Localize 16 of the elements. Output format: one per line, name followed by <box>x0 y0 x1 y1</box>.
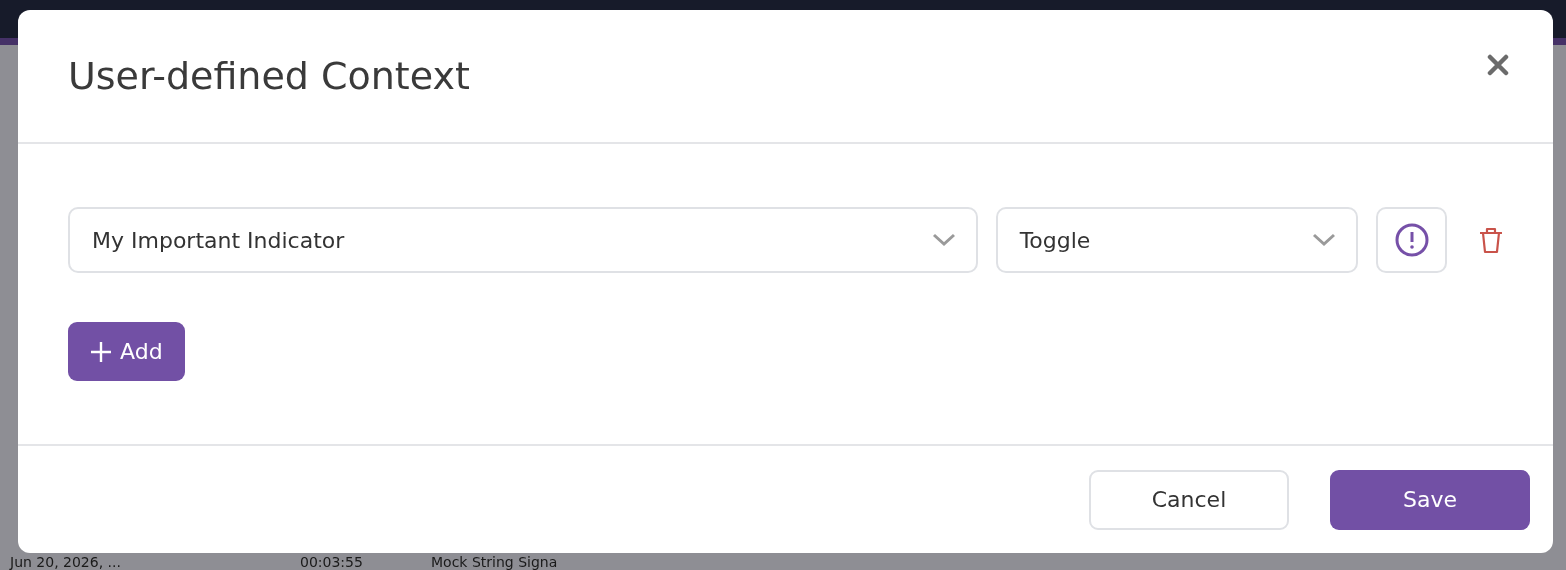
dialog-title: User-defined Context <box>68 54 470 98</box>
indicator-select[interactable]: My Important Indicator <box>68 207 978 273</box>
add-button[interactable]: Add <box>68 322 185 381</box>
plus-icon <box>90 340 112 363</box>
exclamation-circle-icon <box>1394 223 1429 257</box>
table-cell-text: Jun 20, 2026, ... <box>10 554 122 570</box>
cancel-button[interactable]: Cancel <box>1089 469 1289 530</box>
close-icon[interactable] <box>1487 54 1509 76</box>
chevron-down-icon <box>1312 233 1337 247</box>
table-cell: Mock String Signa <box>431 554 558 570</box>
chevron-down-icon <box>931 233 956 247</box>
info-button[interactable] <box>1376 207 1448 273</box>
save-button[interactable]: Save <box>1330 469 1530 530</box>
table-cell-text: 00:03:55 <box>300 554 364 570</box>
type-select[interactable]: Toggle <box>995 207 1359 273</box>
trash-icon[interactable] <box>1479 226 1503 254</box>
